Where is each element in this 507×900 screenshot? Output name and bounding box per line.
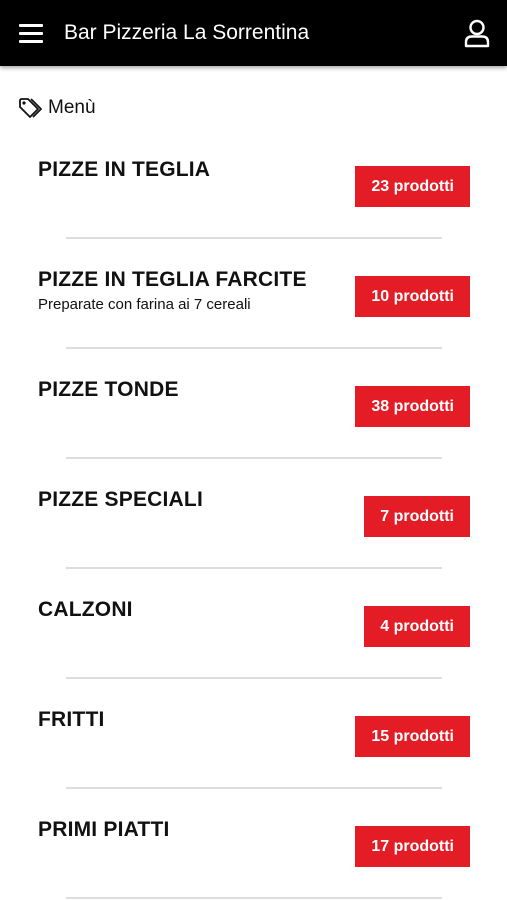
category-item-pizze-in-teglia[interactable]: PIZZE IN TEGLIA 23 prodotti: [0, 128, 507, 239]
product-count-badge[interactable]: 15 prodotti: [355, 716, 470, 757]
category-name: CALZONI: [38, 598, 133, 621]
category-name: PIZZE IN TEGLIA FARCITE: [38, 268, 307, 291]
category-name: PRIMI PIATTI: [38, 818, 170, 841]
category-item-pizze-in-teglia-farcite[interactable]: PIZZE IN TEGLIA FARCITE Preparate con fa…: [0, 238, 507, 349]
category-list: PIZZE IN TEGLIA 23 prodotti PIZZE IN TEG…: [0, 128, 507, 899]
category-name: FRITTI: [38, 708, 105, 731]
tag-icon: [18, 97, 44, 119]
menu-section-label: Menù: [48, 97, 96, 118]
category-name: PIZZE TONDE: [38, 378, 179, 401]
category-subtitle: Preparate con farina ai 7 cereali: [38, 296, 251, 313]
hamburger-menu-icon[interactable]: [16, 19, 46, 47]
product-count-badge[interactable]: 4 prodotti: [364, 606, 470, 647]
category-name: PIZZE IN TEGLIA: [38, 158, 211, 181]
category-name: PIZZE SPECIALI: [38, 488, 203, 511]
product-count-badge[interactable]: 38 prodotti: [355, 386, 470, 427]
app-bar: Bar Pizzeria La Sorrentina: [0, 0, 507, 66]
product-count-badge[interactable]: 7 prodotti: [364, 496, 470, 537]
product-count-badge[interactable]: 23 prodotti: [355, 166, 470, 207]
category-item-calzoni[interactable]: CALZONI 4 prodotti: [0, 568, 507, 679]
category-item-primi-piatti[interactable]: PRIMI PIATTI 17 prodotti: [0, 788, 507, 899]
product-count-badge[interactable]: 10 prodotti: [355, 276, 470, 317]
app-title: Bar Pizzeria La Sorrentina: [64, 21, 310, 44]
menu-section-title: Menù: [18, 96, 96, 120]
product-count-badge[interactable]: 17 prodotti: [355, 826, 470, 867]
category-item-pizze-speciali[interactable]: PIZZE SPECIALI 7 prodotti: [0, 458, 507, 569]
category-item-fritti[interactable]: FRITTI 15 prodotti: [0, 678, 507, 789]
divider: [66, 897, 442, 899]
user-account-icon[interactable]: [462, 18, 492, 48]
category-item-pizze-tonde[interactable]: PIZZE TONDE 38 prodotti: [0, 348, 507, 459]
